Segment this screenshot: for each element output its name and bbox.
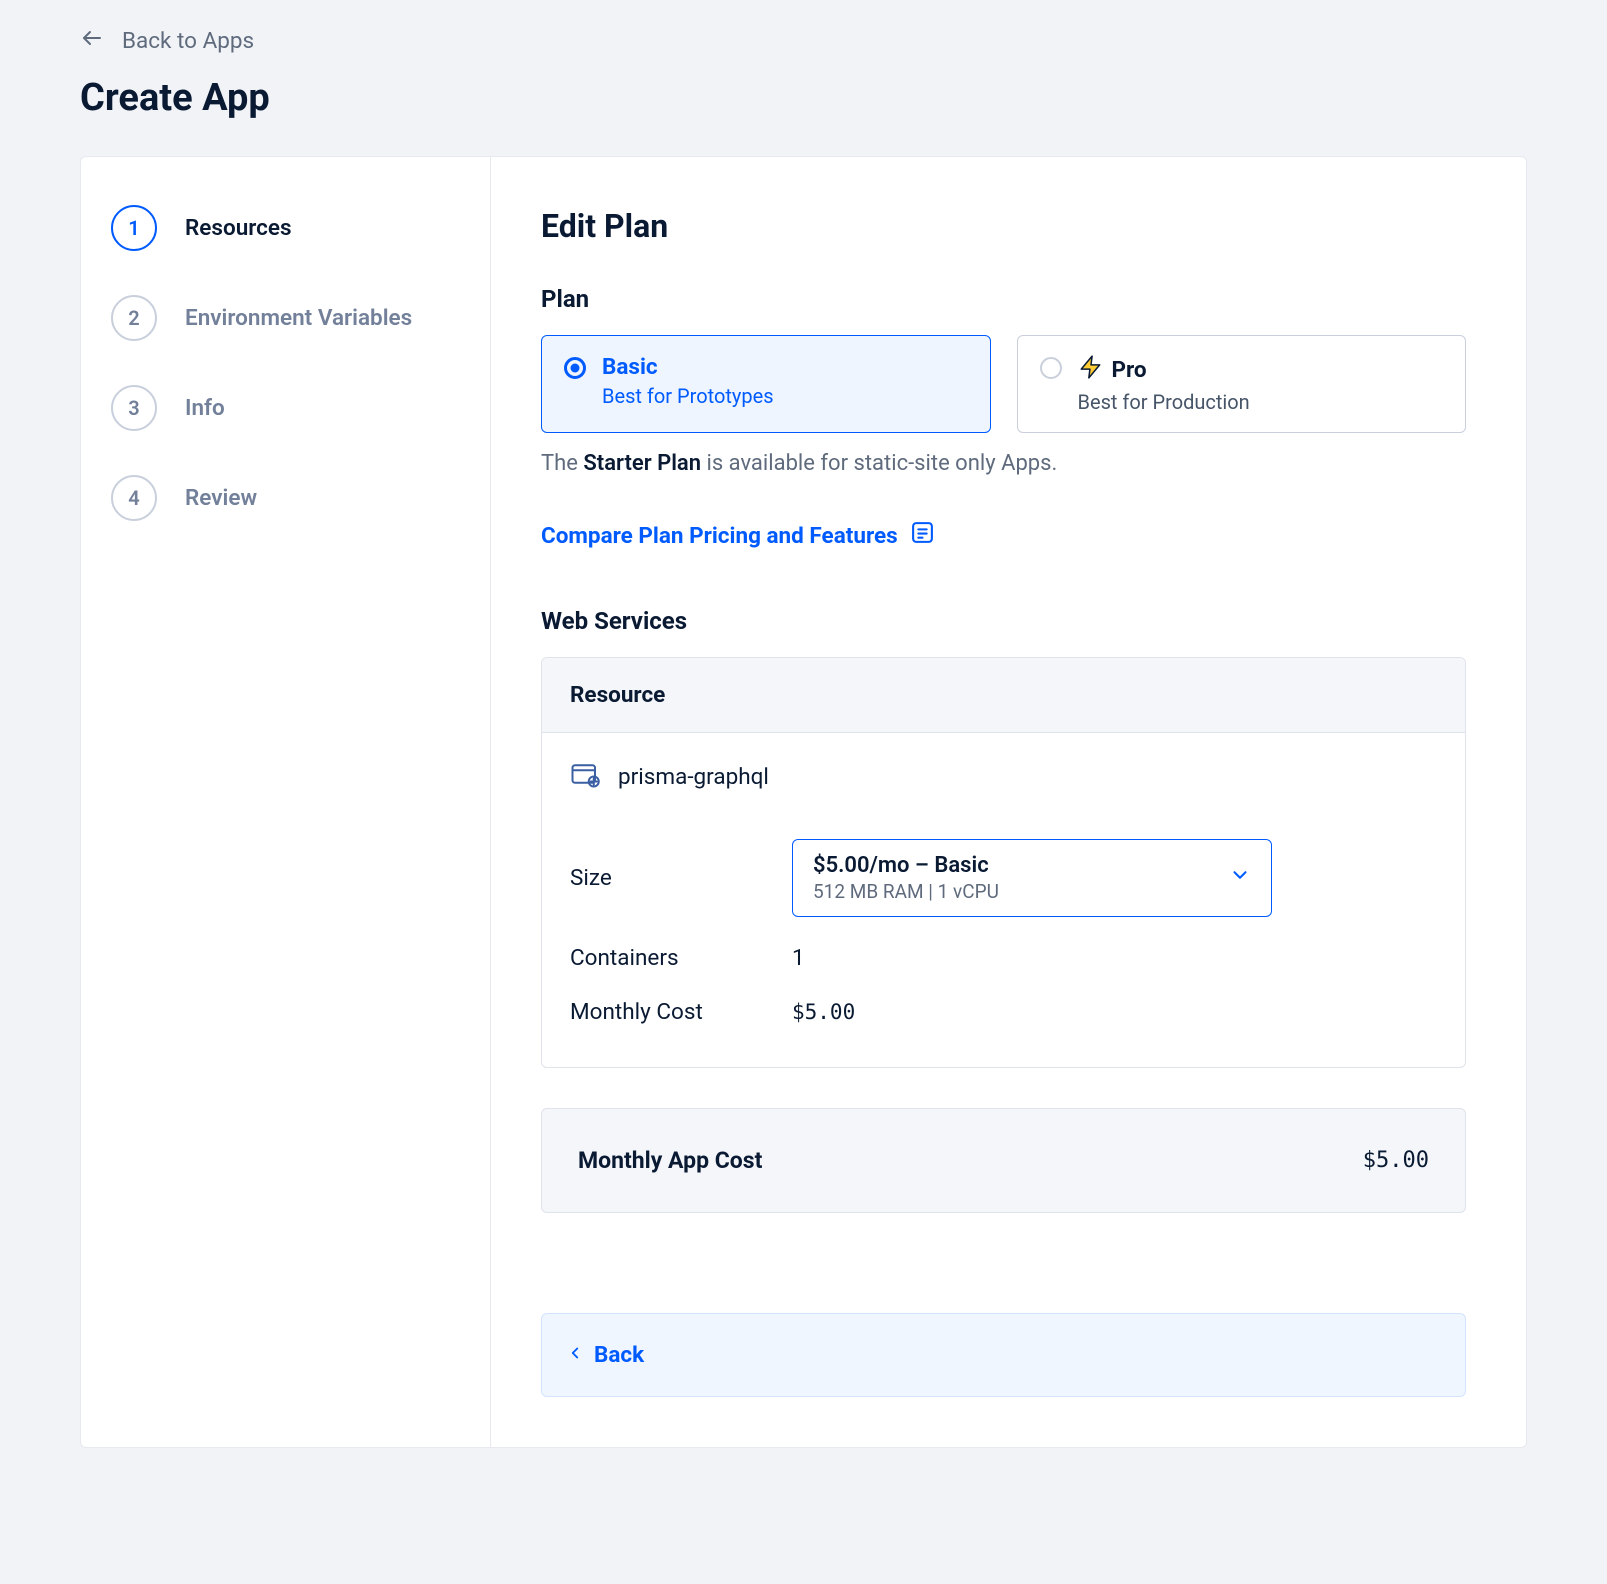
chevron-down-icon	[1229, 864, 1251, 892]
plan-name: Pro	[1078, 354, 1250, 386]
size-select-text: $5.00/mo – Basic 512 MB RAM | 1 vCPU	[813, 853, 999, 903]
size-main: $5.00/mo – Basic	[813, 853, 999, 878]
size-label: Size	[570, 865, 792, 891]
chevron-left-icon	[566, 1342, 584, 1368]
back-to-apps-label: Back to Apps	[122, 28, 254, 54]
list-icon	[910, 520, 935, 551]
plan-subtitle: Best for Prototypes	[602, 384, 774, 408]
edit-plan-panel: Edit Plan Plan Basic Best for Prototypes	[491, 157, 1526, 1447]
panel-title: Edit Plan	[541, 207, 1466, 245]
step-number: 3	[111, 385, 157, 431]
resource-header: Resource	[542, 658, 1465, 733]
plan-subtitle: Best for Production	[1078, 390, 1250, 414]
plan-section-title: Plan	[541, 285, 1466, 313]
step-environment-variables[interactable]: 2 Environment Variables	[107, 273, 464, 363]
step-resources[interactable]: 1 Resources	[107, 183, 464, 273]
arrow-left-icon	[80, 26, 104, 56]
bottom-nav: Back	[541, 1313, 1466, 1397]
wizard-card: 1 Resources 2 Environment Variables 3 In…	[80, 156, 1527, 1448]
monthly-app-cost-box: Monthly App Cost $5.00	[541, 1108, 1466, 1213]
page-title: Create App	[80, 76, 1527, 120]
containers-label: Containers	[570, 945, 792, 971]
step-label: Environment Variables	[185, 305, 412, 331]
monthly-app-cost-label: Monthly App Cost	[578, 1147, 762, 1174]
step-label: Info	[185, 395, 225, 421]
plan-card-basic[interactable]: Basic Best for Prototypes	[541, 335, 991, 433]
back-to-apps-link[interactable]: Back to Apps	[80, 20, 254, 66]
starter-plan-note: The Starter Plan is available for static…	[541, 451, 1466, 476]
step-number: 4	[111, 475, 157, 521]
plan-info: Basic Best for Prototypes	[602, 354, 774, 408]
compare-pricing-link[interactable]: Compare Plan Pricing and Features	[541, 520, 935, 551]
plan-name: Basic	[602, 354, 774, 380]
back-button-label: Back	[594, 1342, 644, 1368]
resource-name-row: prisma-graphql	[570, 759, 1437, 795]
resource-name: prisma-graphql	[618, 764, 769, 790]
wizard-steps: 1 Resources 2 Environment Variables 3 In…	[81, 157, 491, 1447]
plan-info: Pro Best for Production	[1078, 354, 1250, 414]
web-services-title: Web Services	[541, 607, 1466, 635]
starter-note-bold: Starter Plan	[583, 451, 701, 476]
step-review[interactable]: 4 Review	[107, 453, 464, 543]
step-label: Review	[185, 485, 257, 511]
containers-value: 1	[792, 945, 805, 971]
step-label: Resources	[185, 215, 292, 241]
monthly-cost-label: Monthly Cost	[570, 999, 792, 1025]
plan-options: Basic Best for Prototypes Pro Best for	[541, 335, 1466, 433]
plan-name-label: Pro	[1112, 357, 1147, 383]
resource-body: prisma-graphql Size $5.00/mo – Basic 512…	[542, 733, 1465, 1067]
size-select[interactable]: $5.00/mo – Basic 512 MB RAM | 1 vCPU	[792, 839, 1272, 917]
size-row: Size $5.00/mo – Basic 512 MB RAM | 1 vCP…	[570, 825, 1437, 931]
step-number: 1	[111, 205, 157, 251]
step-number: 2	[111, 295, 157, 341]
back-button[interactable]: Back	[566, 1342, 644, 1368]
compare-pricing-label: Compare Plan Pricing and Features	[541, 523, 898, 549]
plan-card-pro[interactable]: Pro Best for Production	[1017, 335, 1467, 433]
starter-note-text: The	[541, 451, 583, 476]
monthly-app-cost-value: $5.00	[1363, 1148, 1429, 1173]
containers-row: Containers 1	[570, 931, 1437, 985]
radio-icon	[1040, 357, 1062, 379]
service-icon	[570, 759, 600, 795]
resource-box: Resource prisma-graphql	[541, 657, 1466, 1068]
monthly-cost-value: $5.00	[792, 1000, 855, 1024]
starter-note-text: is available for static-site only Apps.	[701, 451, 1057, 476]
step-info[interactable]: 3 Info	[107, 363, 464, 453]
size-sub: 512 MB RAM | 1 vCPU	[813, 880, 999, 903]
bolt-icon	[1078, 354, 1104, 386]
radio-icon	[564, 357, 586, 379]
monthly-cost-row: Monthly Cost $5.00	[570, 985, 1437, 1039]
